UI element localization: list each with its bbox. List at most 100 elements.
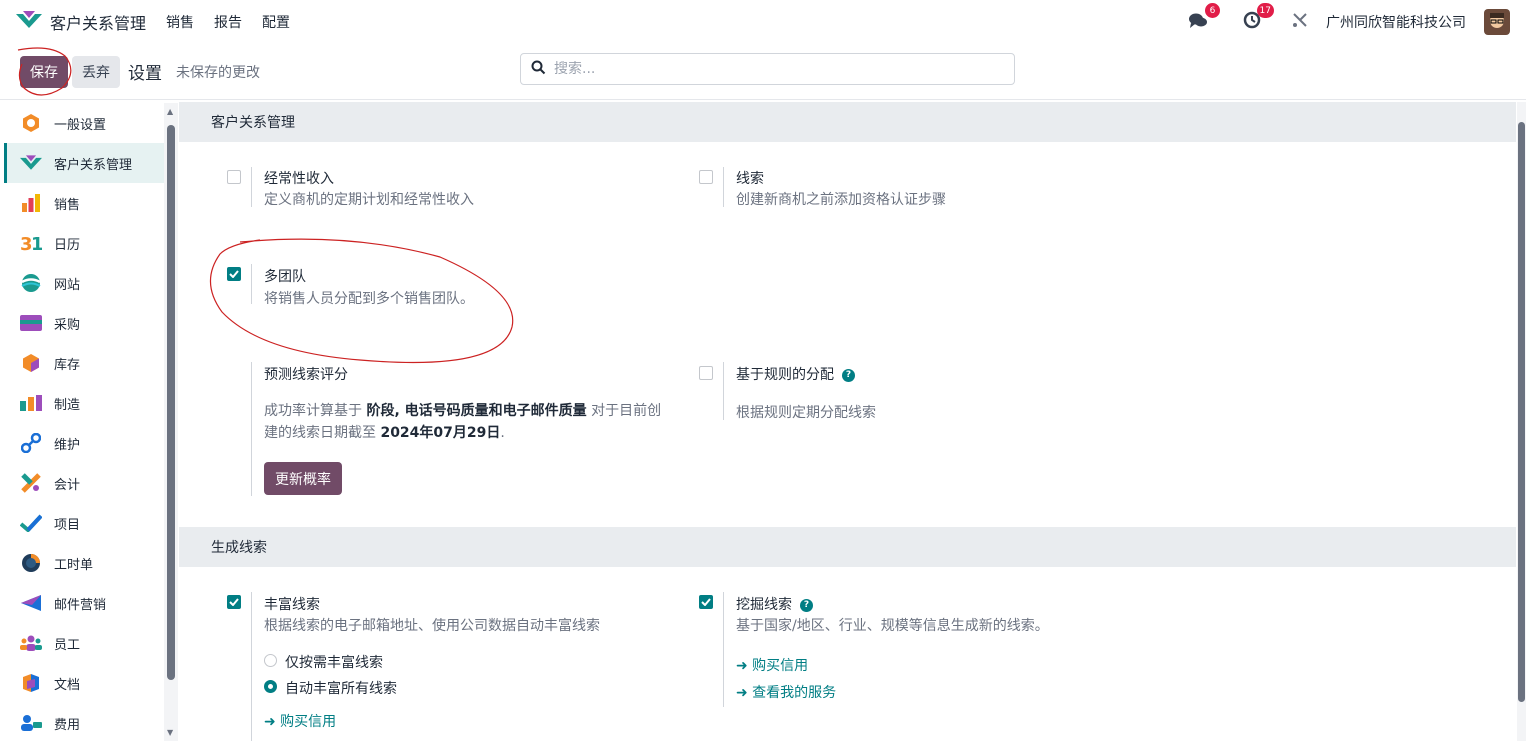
sidebar-item-label: 文档 xyxy=(54,677,81,693)
sidebar-item-label: 一般设置 xyxy=(54,117,107,133)
svg-text:1: 1 xyxy=(31,234,42,252)
website-icon xyxy=(20,272,42,294)
sidebar-item-timesheet[interactable]: 工时单 xyxy=(4,543,164,583)
main-menu: 销售 报告 配置 xyxy=(166,12,290,32)
divider xyxy=(723,362,724,420)
help-icon[interactable]: ? xyxy=(800,598,813,612)
sidebar-scroll-thumb[interactable] xyxy=(167,125,175,680)
enrich-on-demand-radio[interactable] xyxy=(264,654,277,667)
sidebar-item-label: 会计 xyxy=(54,477,81,493)
enrich-buy-credits-link[interactable]: ➜ 购买信用 xyxy=(264,711,336,731)
rule-assignment-title: 基于规则的分配? xyxy=(736,364,855,384)
rule-assignment-checkbox[interactable] xyxy=(699,366,713,380)
sidebar-item-label: 员工 xyxy=(54,637,81,653)
menu-sales[interactable]: 销售 xyxy=(166,12,194,32)
menu-reports[interactable]: 报告 xyxy=(214,12,242,32)
help-icon[interactable]: ? xyxy=(842,368,855,382)
activities-button[interactable]: 17 xyxy=(1240,3,1274,34)
menu-configuration[interactable]: 配置 xyxy=(262,12,290,32)
sidebar-item-general-settings[interactable]: 一般设置 xyxy=(4,103,164,143)
divider xyxy=(723,592,724,707)
user-avatar[interactable] xyxy=(1484,9,1510,35)
sidebar-item-label: 邮件营销 xyxy=(54,597,107,613)
sidebar-item-label: 销售 xyxy=(54,197,81,213)
general-settings-icon xyxy=(20,112,42,134)
sidebar-item-employees[interactable]: 员工 xyxy=(4,623,164,663)
section-header-lead-generation: 生成线索 xyxy=(179,527,1516,567)
sidebar-item-website[interactable]: 网站 xyxy=(4,263,164,303)
inventory-icon xyxy=(20,352,42,374)
sidebar-item-label: 库存 xyxy=(54,357,81,373)
search-box xyxy=(520,53,1015,85)
messages-button[interactable]: 6 xyxy=(1186,3,1220,34)
scroll-up-icon[interactable]: ▲ xyxy=(167,107,173,116)
debug-tools-icon[interactable] xyxy=(1292,12,1308,32)
mine-leads-checkbox[interactable] xyxy=(699,595,713,609)
multi-team-desc: 将销售人员分配到多个销售团队。 xyxy=(264,291,474,307)
nav-right: 6 17 广州同欣智能科技公司 xyxy=(1186,3,1510,35)
sidebar-item-expenses[interactable]: 费用 xyxy=(4,703,164,741)
checkmark-icon xyxy=(229,598,239,606)
checkmark-icon xyxy=(701,598,711,606)
mine-buy-credits-link[interactable]: ➜ 购买信用 xyxy=(736,655,808,675)
sidebar-item-project[interactable]: 项目 xyxy=(4,503,164,543)
sidebar-item-maintenance[interactable]: 维护 xyxy=(4,423,164,463)
employees-icon xyxy=(20,632,42,654)
mine-leads-desc: 基于国家/地区、行业、规模等信息生成新的线索。 xyxy=(736,618,1049,634)
sidebar-scrollbar[interactable]: ▲ ▼ xyxy=(164,103,178,741)
expenses-icon xyxy=(20,712,42,734)
leads-checkbox[interactable] xyxy=(699,170,713,184)
scroll-down-icon[interactable]: ▼ xyxy=(167,728,173,737)
maintenance-icon xyxy=(20,432,42,454)
sidebar-item-crm[interactable]: 客户关系管理 xyxy=(4,143,164,183)
discard-button[interactable]: 丢弃 xyxy=(72,55,120,88)
sidebar-item-sales[interactable]: 销售 xyxy=(4,183,164,223)
sidebar-item-label: 工时单 xyxy=(54,557,94,573)
crm-icon xyxy=(20,152,42,174)
update-probabilities-button[interactable]: 更新概率 xyxy=(264,462,342,495)
sidebar-item-label: 费用 xyxy=(54,717,81,733)
search-icon xyxy=(531,60,546,79)
rule-assignment-desc: 根据规则定期分配线索 xyxy=(736,405,876,421)
divider xyxy=(251,264,252,304)
sidebar-item-purchase[interactable]: 采购 xyxy=(4,303,164,343)
documents-icon xyxy=(20,672,42,694)
view-my-services-link[interactable]: ➜ 查看我的服务 xyxy=(736,682,836,702)
accounting-icon xyxy=(20,472,42,494)
search-input[interactable] xyxy=(554,61,1004,77)
sidebar-item-email-marketing[interactable]: 邮件营销 xyxy=(4,583,164,623)
sidebar-item-calendar[interactable]: 31 日历 xyxy=(4,223,164,263)
sidebar-item-label: 客户关系管理 xyxy=(54,157,133,173)
company-switcher[interactable]: 广州同欣智能科技公司 xyxy=(1326,12,1466,32)
enrich-auto-label[interactable]: 自动丰富所有线索 xyxy=(285,678,397,698)
sidebar-item-accounting[interactable]: 会计 xyxy=(4,463,164,503)
chat-icon xyxy=(1188,11,1208,33)
sidebar-item-inventory[interactable]: 库存 xyxy=(4,343,164,383)
leads-desc: 创建新商机之前添加资格认证步骤 xyxy=(736,192,946,208)
enrich-auto-radio[interactable] xyxy=(264,680,277,693)
multi-team-checkbox[interactable] xyxy=(227,267,241,281)
sidebar-item-label: 日历 xyxy=(54,237,81,253)
top-navbar: 客户关系管理 销售 报告 配置 6 17 广州同欣智能科技公司 xyxy=(0,0,1526,44)
brand[interactable]: 客户关系管理 xyxy=(16,10,146,34)
sidebar-item-label: 项目 xyxy=(54,517,81,533)
sidebar-item-label: 网站 xyxy=(54,277,81,293)
enrich-leads-checkbox[interactable] xyxy=(227,595,241,609)
divider xyxy=(251,167,252,207)
predictive-scoring-desc: 成功率计算基于 阶段, 电话号码质量和电子邮件质量 对于目前创 建的线索日期截至… xyxy=(264,403,662,441)
enrich-on-demand-label[interactable]: 仅按需丰富线索 xyxy=(285,652,383,672)
settings-sidebar: 一般设置 客户关系管理 销售 31 日历 网站 采购 库存 制造 维护 会计 项… xyxy=(4,103,164,741)
mine-leads-title: 挖掘线索? xyxy=(736,594,813,614)
sidebar-item-manufacturing[interactable]: 制造 xyxy=(4,383,164,423)
save-button[interactable]: 保存 xyxy=(20,55,68,88)
recurring-revenue-desc: 定义商机的定期计划和经常性收入 xyxy=(264,192,474,208)
sales-icon xyxy=(20,192,42,214)
sidebar-item-documents[interactable]: 文档 xyxy=(4,663,164,703)
recurring-revenue-checkbox[interactable] xyxy=(227,170,241,184)
content-scrollbar[interactable] xyxy=(1517,102,1526,741)
leads-title: 线索 xyxy=(736,171,764,187)
content-scroll-thumb[interactable] xyxy=(1518,122,1525,702)
recurring-revenue-title: 经常性收入 xyxy=(264,171,334,187)
purchase-icon xyxy=(20,312,42,334)
sidebar-item-label: 制造 xyxy=(54,397,81,413)
